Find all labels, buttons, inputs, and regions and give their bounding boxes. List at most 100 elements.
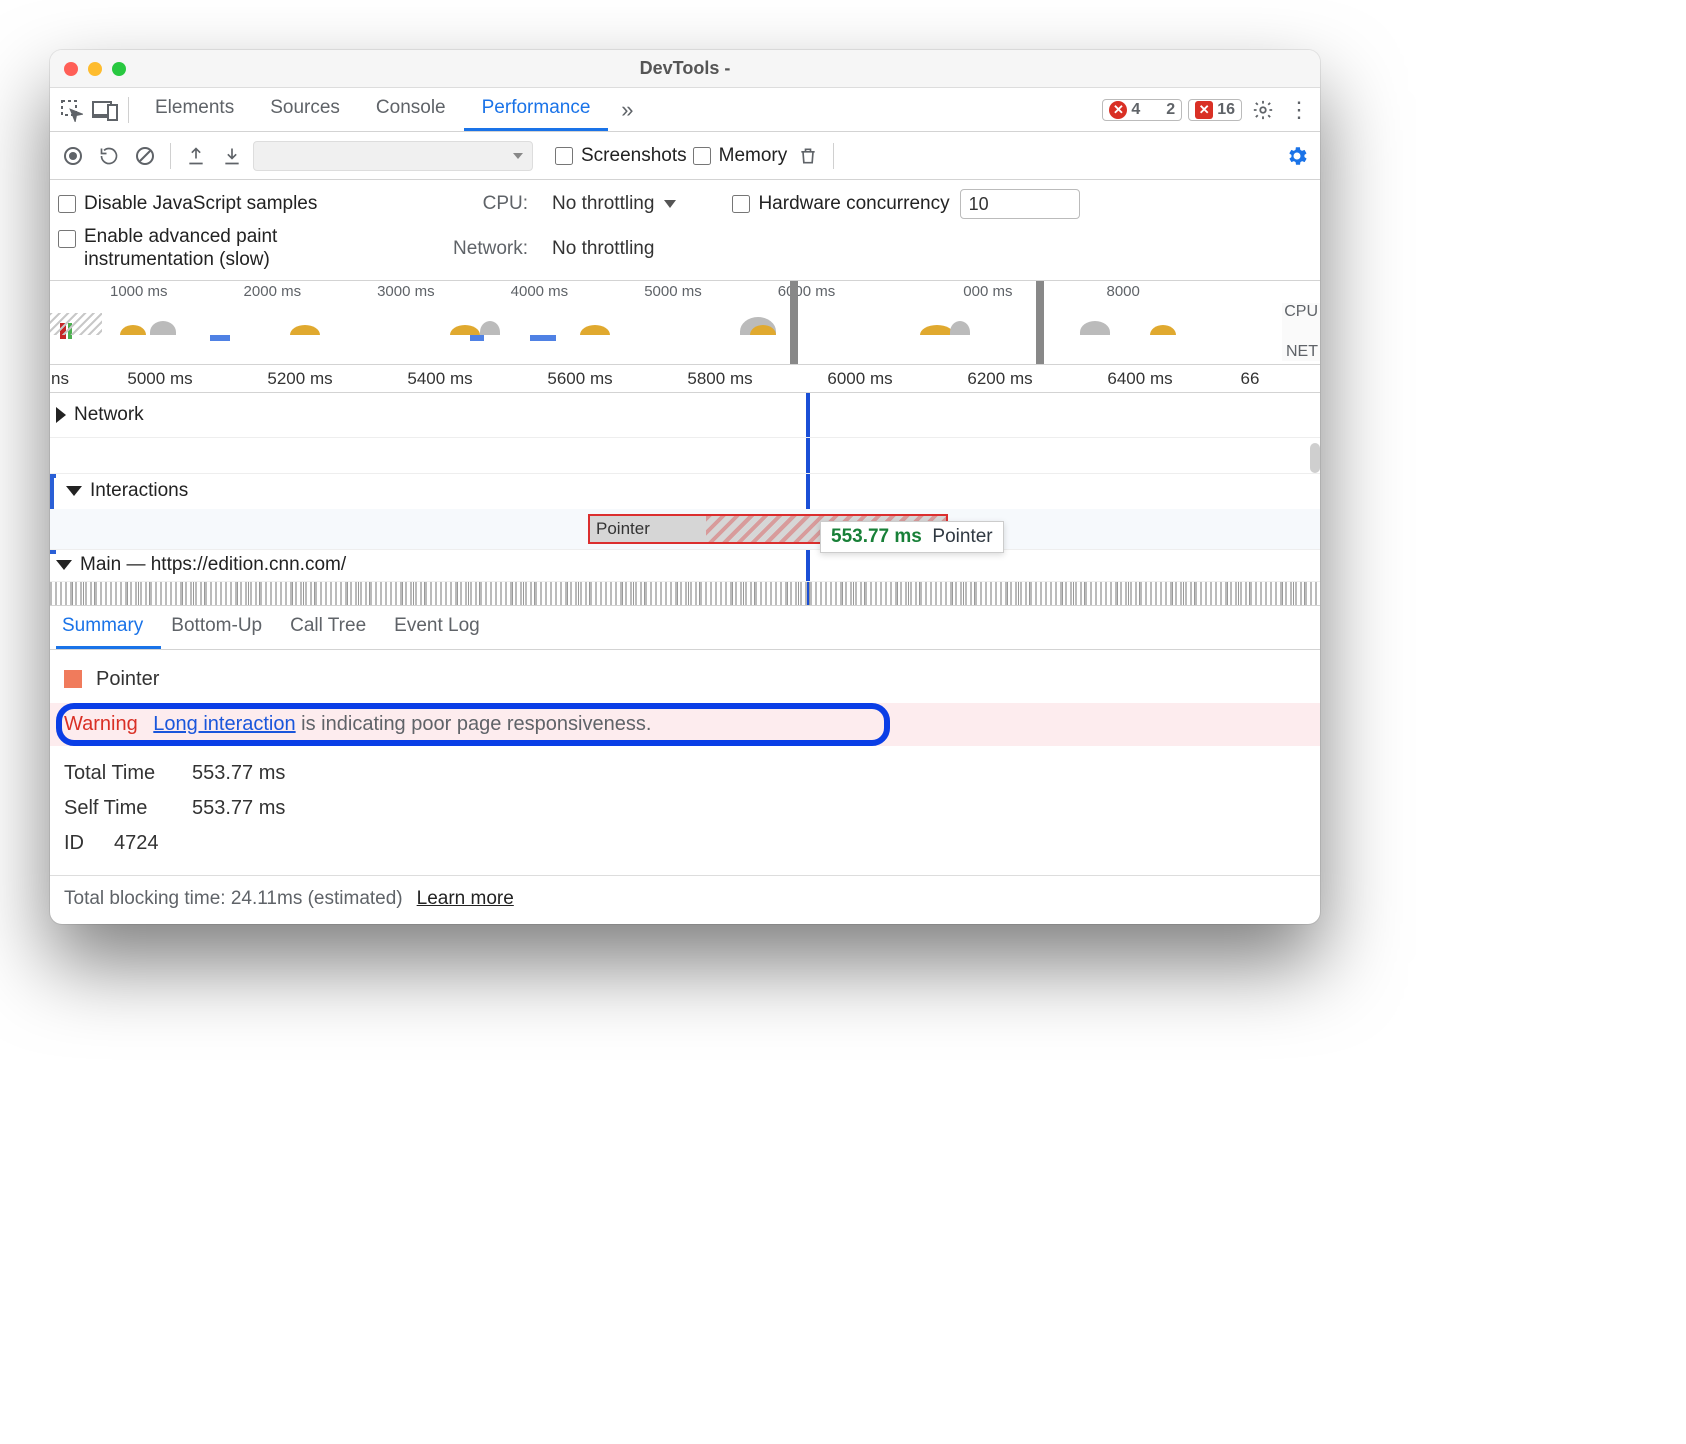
tooltip-time: 553.77 ms — [831, 526, 922, 547]
disable-js-samples-checkbox[interactable]: Disable JavaScript samples — [58, 193, 317, 215]
advanced-paint-label: Enable advanced paint instrumentation (s… — [84, 226, 384, 272]
overview-window-handle-right[interactable] — [1036, 281, 1044, 364]
disable-js-label: Disable JavaScript samples — [84, 193, 317, 215]
disclosure-right-icon[interactable] — [56, 407, 66, 423]
tick: 4000 ms — [511, 283, 569, 300]
self-time-value: 553.77 ms — [192, 797, 285, 820]
advanced-paint-checkbox[interactable]: Enable advanced paint instrumentation (s… — [58, 226, 384, 272]
trash-icon[interactable] — [793, 138, 823, 174]
interactions-band[interactable]: Pointer — [50, 509, 1320, 549]
ruler-tick: 6200 ms — [967, 369, 1032, 389]
console-status-badge-a[interactable]: ✕ 4 ▲ 2 — [1102, 99, 1182, 121]
device-toolbar-icon[interactable] — [90, 92, 120, 128]
separator — [833, 143, 834, 169]
settings-icon[interactable] — [1248, 92, 1278, 128]
devtools-window: DevTools - Elements Sources Console Perf… — [50, 50, 1320, 924]
summary-warning-text: is indicating poor page responsiveness. — [296, 713, 652, 735]
ruler-tick: 5200 ms — [267, 369, 332, 389]
disclosure-down-icon[interactable] — [56, 560, 72, 570]
summary-id: ID 4724 — [64, 826, 1306, 861]
timeline-overview[interactable]: 1000 ms 2000 ms 3000 ms 4000 ms 5000 ms … — [50, 281, 1320, 365]
tick: 8000 — [1106, 283, 1139, 300]
main-flamechart[interactable] — [50, 581, 1320, 605]
tbt-text: Total blocking time: 24.11ms (estimated) — [64, 888, 403, 910]
tick: 3000 ms — [377, 283, 435, 300]
details-tabs: Summary Bottom-Up Call Tree Event Log — [50, 606, 1320, 650]
recording-selector[interactable] — [253, 141, 533, 171]
perf-toolbar: Screenshots Memory — [50, 132, 1320, 180]
flame-bars — [50, 582, 1320, 605]
more-options-icon[interactable]: ⋮ — [1284, 92, 1314, 128]
overview-hatch — [50, 313, 102, 335]
track-spacer — [50, 437, 1320, 473]
track-main-label: Main — https://edition.cnn.com/ — [80, 554, 346, 576]
network-throttling-select[interactable]: No throttling — [546, 236, 660, 262]
disable-js-checkbox-input[interactable] — [58, 195, 76, 213]
ruler-tick: 6400 ms — [1107, 369, 1172, 389]
total-time-label: Total Time — [64, 762, 174, 785]
long-interaction-link[interactable]: Long interaction — [153, 713, 295, 735]
total-time-value: 553.77 ms — [192, 762, 285, 785]
overview-ticks: 1000 ms 2000 ms 3000 ms 4000 ms 5000 ms … — [50, 281, 1320, 300]
tab-summary[interactable]: Summary — [56, 606, 161, 649]
tick: 1000 ms — [110, 283, 168, 300]
summary-warning-row: Warning Long interaction is indicating p… — [50, 703, 1320, 746]
tab-sources[interactable]: Sources — [252, 88, 358, 131]
track-interactions[interactable]: Interactions — [50, 473, 1320, 509]
console-status-badge-b[interactable]: ✕ 16 — [1188, 99, 1242, 121]
timeline-tracks: Network Interactions Pointer Main — http… — [50, 393, 1320, 606]
track-main[interactable]: Main — https://edition.cnn.com/ — [50, 549, 1320, 581]
more-tabs-icon[interactable]: » — [612, 92, 642, 128]
disclosure-down-icon[interactable] — [66, 486, 82, 496]
reload-record-icon[interactable] — [94, 138, 124, 174]
titlebar: DevTools - — [50, 50, 1320, 88]
summary-total-time: Total Time 553.77 ms — [64, 756, 1306, 791]
hardware-concurrency-checkbox[interactable]: Hardware concurrency — [732, 193, 949, 215]
memory-label: Memory — [719, 145, 788, 167]
tab-bottom-up[interactable]: Bottom-Up — [161, 606, 280, 649]
window-title: DevTools - — [50, 58, 1320, 79]
overview-window-handle-left[interactable] — [790, 281, 798, 364]
paint-checkbox-input[interactable] — [58, 230, 76, 248]
tab-performance[interactable]: Performance — [464, 88, 609, 131]
overview-net — [470, 335, 484, 341]
overview-net — [210, 335, 230, 341]
capture-settings: Disable JavaScript samples CPU: No throt… — [50, 180, 1320, 281]
hardware-concurrency-input[interactable] — [960, 189, 1080, 219]
tab-elements[interactable]: Elements — [137, 88, 252, 131]
memory-checkbox-input[interactable] — [693, 147, 711, 165]
separator — [170, 143, 171, 169]
upload-icon[interactable] — [181, 138, 211, 174]
event-swatch-icon — [64, 670, 82, 688]
timeline-ruler[interactable]: ns 5000 ms 5200 ms 5400 ms 5600 ms 5800 … — [50, 365, 1320, 393]
cpu-label: CPU: — [438, 193, 528, 215]
tab-event-log[interactable]: Event Log — [384, 606, 498, 649]
record-icon[interactable] — [58, 138, 88, 174]
cpu-throttling-select[interactable]: No throttling — [546, 191, 682, 217]
memory-checkbox[interactable]: Memory — [693, 145, 788, 167]
error-icon: ✕ — [1109, 101, 1127, 119]
tab-console[interactable]: Console — [358, 88, 464, 131]
track-network[interactable]: Network — [50, 393, 1320, 437]
tick: 000 ms — [963, 283, 1012, 300]
learn-more-link[interactable]: Learn more — [417, 888, 514, 910]
issues-count: 16 — [1217, 101, 1235, 119]
hc-checkbox-input[interactable] — [732, 195, 750, 213]
warning-icon: ▲ — [1144, 101, 1162, 119]
overview-cpu-label: CPU — [1284, 303, 1318, 321]
ruler-tick: ns — [51, 369, 69, 389]
screenshots-checkbox-input[interactable] — [555, 147, 573, 165]
summary-warning-label: Warning — [64, 713, 138, 735]
ruler-tick: 66 — [1241, 369, 1260, 389]
track-interactions-label: Interactions — [90, 480, 188, 502]
screenshots-checkbox[interactable]: Screenshots — [555, 145, 687, 167]
summary-event-name: Pointer — [96, 668, 159, 691]
download-icon[interactable] — [217, 138, 247, 174]
clear-icon[interactable] — [130, 138, 160, 174]
hc-label: Hardware concurrency — [758, 193, 949, 215]
capture-settings-icon[interactable] — [1282, 138, 1312, 174]
tick: 5000 ms — [644, 283, 702, 300]
interaction-event-label: Pointer — [596, 519, 650, 539]
tab-call-tree[interactable]: Call Tree — [280, 606, 384, 649]
inspect-element-icon[interactable] — [56, 92, 86, 128]
